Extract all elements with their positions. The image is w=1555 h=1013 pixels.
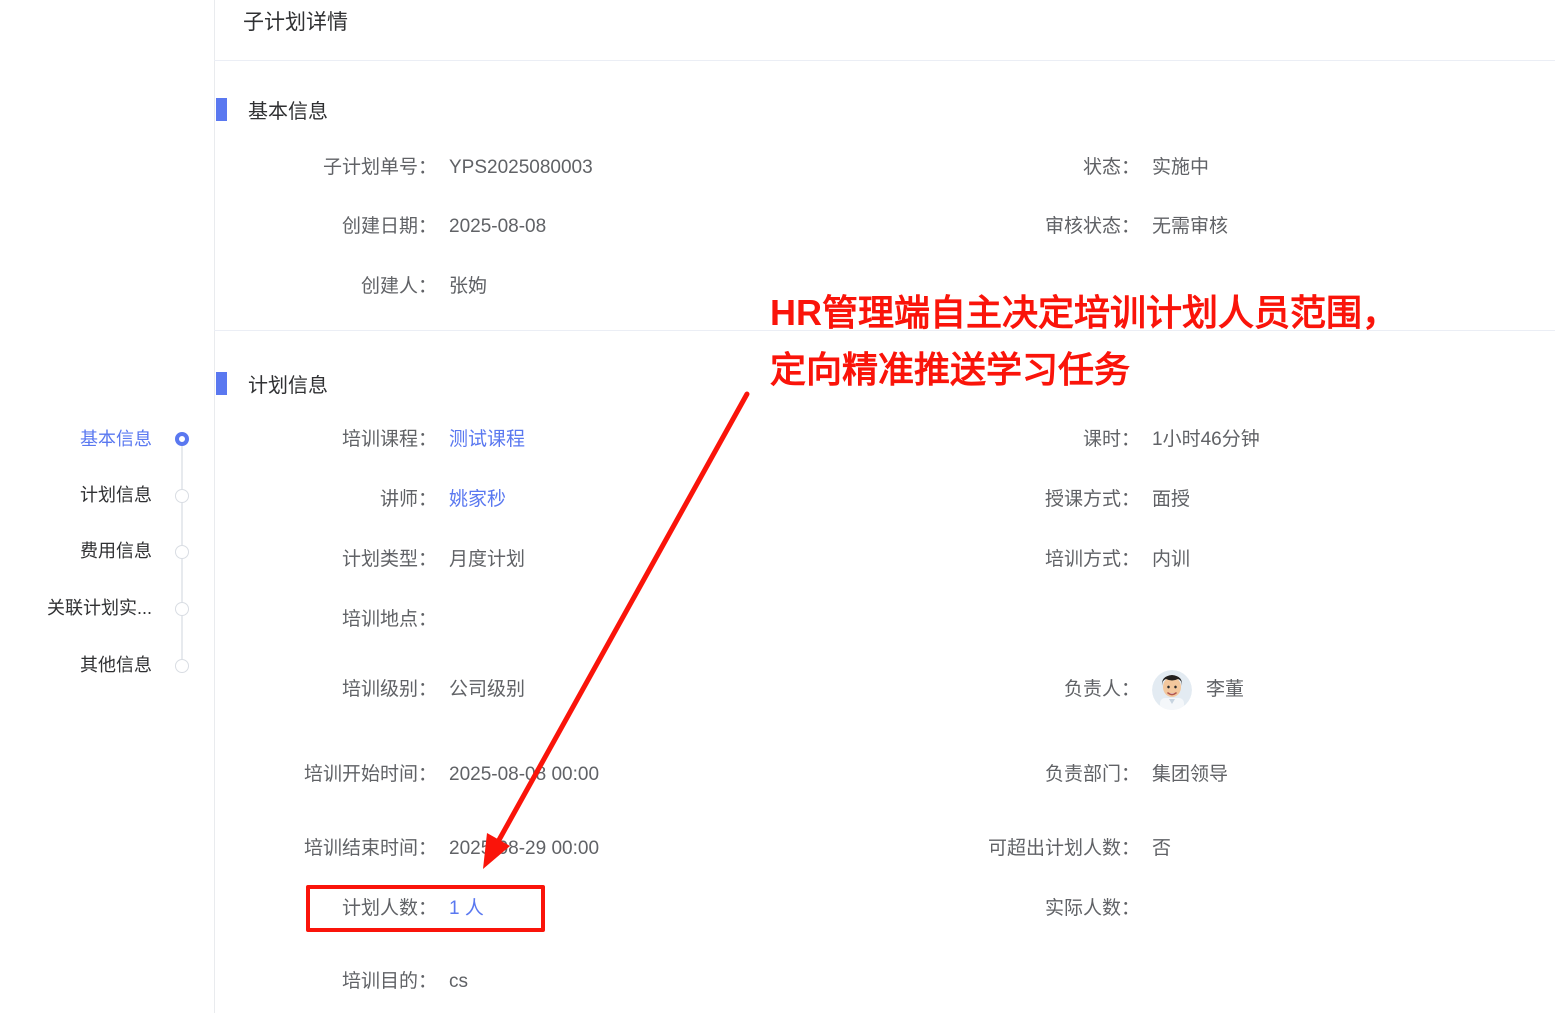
anchor-dot-icon: [175, 602, 189, 616]
section-marker-icon: [216, 98, 227, 121]
field-value: 张姁: [449, 274, 487, 300]
section-title: 基本信息: [248, 95, 328, 124]
field-row: 负责部门： 集团领导: [890, 762, 1228, 788]
annotation-arrow-icon: [400, 380, 820, 880]
title-divider: [214, 60, 1555, 61]
field-row: 培训课程： 测试课程: [215, 427, 525, 453]
field-row: 课时： 1小时46分钟: [890, 427, 1260, 453]
field-label: 课时：: [890, 427, 1140, 453]
field-row: 培训结束时间： 2025-08-29 00:00: [215, 836, 599, 862]
field-value: 否: [1152, 836, 1171, 862]
field-value: 公司级别: [449, 677, 525, 703]
field-value: 集团领导: [1152, 762, 1228, 788]
field-value: 实施中: [1152, 155, 1209, 181]
field-row: 培训级别： 公司级别: [215, 677, 525, 703]
field-row: 审核状态： 无需审核: [890, 214, 1228, 240]
anchor-dot-active-icon: [175, 432, 189, 446]
annotation-text: HR管理端自主决定培训计划人员范围， 定向精准推送学习任务: [770, 284, 1398, 398]
field-row: 授课方式： 面授: [890, 487, 1190, 513]
lecturer-link[interactable]: 姚家秒: [449, 487, 506, 513]
field-value: 面授: [1152, 487, 1190, 513]
course-link[interactable]: 测试课程: [449, 427, 525, 453]
field-row: 讲师： 姚家秒: [215, 487, 506, 513]
field-label: 培训方式：: [890, 547, 1140, 573]
nav-item-other-info[interactable]: 其他信息: [0, 653, 152, 677]
field-label: 培训目的：: [215, 969, 437, 995]
field-row: 可超出计划人数： 否: [890, 836, 1171, 862]
section-divider: [214, 330, 1555, 331]
annotation-line-1: HR管理端自主决定培训计划人员范围，: [770, 284, 1398, 341]
field-row: 培训目的： cs: [215, 969, 468, 995]
planned-headcount-link[interactable]: 1 人: [449, 896, 484, 922]
field-row: 创建人： 张姁: [215, 274, 487, 300]
section-title: 计划信息: [248, 369, 328, 398]
annotation-line-2: 定向精准推送学习任务: [770, 341, 1398, 398]
field-row: 创建日期： 2025-08-08: [215, 214, 546, 240]
field-label: 讲师：: [215, 487, 437, 513]
field-label: 培训级别：: [215, 677, 437, 703]
sub-plan-detail-page: 子计划详情 基本信息 计划信息 费用信息 关联计划实... 其他信息 基本信息 …: [0, 0, 1555, 1013]
field-label: 实际人数：: [890, 896, 1140, 922]
field-value: 内训: [1152, 547, 1190, 573]
field-label: 可超出计划人数：: [890, 836, 1140, 862]
field-label: 培训地点：: [215, 607, 437, 633]
field-label: 培训结束时间：: [215, 836, 437, 862]
nav-item-plan-info[interactable]: 计划信息: [0, 483, 152, 507]
owner-name: 李董: [1206, 670, 1244, 710]
field-label: 子计划单号：: [215, 155, 437, 181]
field-row: 培训地点：: [215, 607, 449, 633]
field-value: 2025-08-08: [449, 214, 546, 240]
section-marker-icon: [216, 372, 227, 395]
field-value: 1小时46分钟: [1152, 427, 1260, 453]
owner-field-row: 负责人： 李董: [890, 670, 1244, 710]
field-row: 培训方式： 内训: [890, 547, 1190, 573]
field-label: 授课方式：: [890, 487, 1140, 513]
field-label: 负责人：: [890, 670, 1140, 710]
page-title: 子计划详情: [243, 8, 348, 38]
field-value: 无需审核: [1152, 214, 1228, 240]
field-row: 实际人数：: [890, 896, 1152, 922]
field-value: YPS2025080003: [449, 155, 593, 181]
field-value: cs: [449, 969, 468, 995]
field-value: 2025-08-08 00:00: [449, 762, 599, 788]
field-label: 创建日期：: [215, 214, 437, 240]
field-row: 培训开始时间： 2025-08-08 00:00: [215, 762, 599, 788]
anchor-dot-icon: [175, 489, 189, 503]
owner-avatar: [1152, 670, 1192, 710]
field-label: 状态：: [890, 155, 1140, 181]
anchor-dot-icon: [175, 545, 189, 559]
nav-item-cost-info[interactable]: 费用信息: [0, 539, 152, 563]
field-label: 计划人数：: [215, 896, 437, 922]
nav-item-basic-info[interactable]: 基本信息: [0, 427, 152, 451]
field-row: 计划人数： 1 人: [215, 896, 484, 922]
section-header-plan-info: 计划信息: [216, 369, 328, 398]
field-row: 状态： 实施中: [890, 155, 1209, 181]
field-row: 计划类型： 月度计划: [215, 547, 525, 573]
anchor-dot-icon: [175, 659, 189, 673]
field-label: 培训开始时间：: [215, 762, 437, 788]
field-label: 负责部门：: [890, 762, 1140, 788]
section-header-basic-info: 基本信息: [216, 95, 328, 124]
field-label: 审核状态：: [890, 214, 1140, 240]
field-label: 计划类型：: [215, 547, 437, 573]
nav-item-related-plan[interactable]: 关联计划实...: [0, 596, 152, 620]
field-label: 创建人：: [215, 274, 437, 300]
field-label: 培训课程：: [215, 427, 437, 453]
field-value: 月度计划: [449, 547, 525, 573]
field-value: 2025-08-29 00:00: [449, 836, 599, 862]
field-row: 子计划单号： YPS2025080003: [215, 155, 593, 181]
